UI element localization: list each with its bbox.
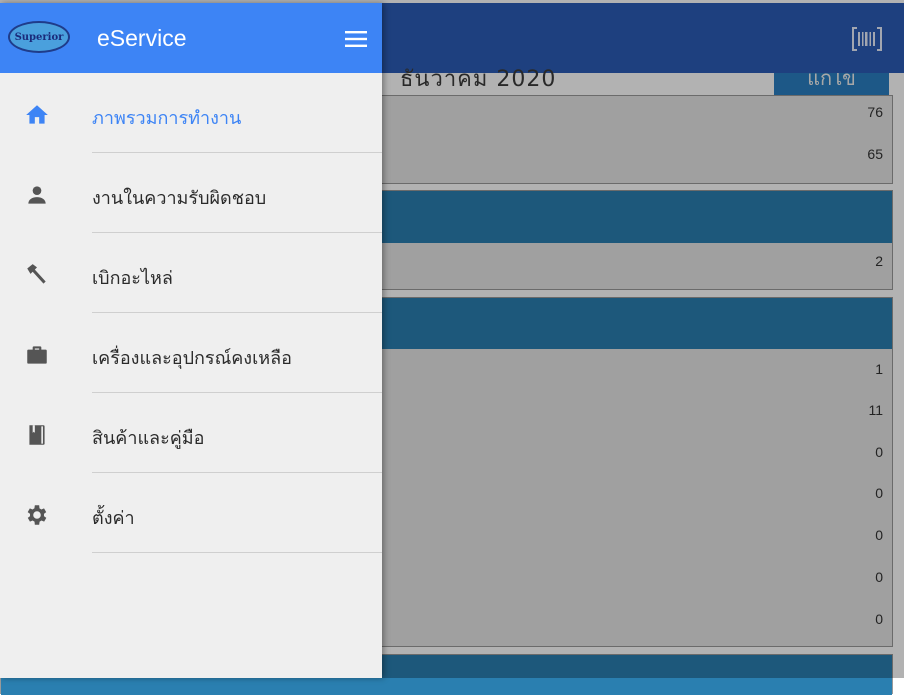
drawer-header: Superior eService	[0, 3, 382, 73]
drawer-menu: ภาพรวมการทำงาน งานในความรับผิดชอบ เบิกอะ…	[0, 73, 382, 553]
menu-divider	[92, 552, 382, 553]
superior-logo: Superior	[8, 21, 70, 53]
menu-item-label: เบิกอะไหล่	[92, 268, 173, 289]
menu-item-overview[interactable]: ภาพรวมการทำงาน	[0, 73, 382, 153]
app-title: eService	[97, 25, 187, 51]
menu-item-products-manuals[interactable]: สินค้าและคู่มือ	[0, 393, 382, 473]
logo-text: Superior	[14, 31, 64, 43]
hammer-icon	[27, 264, 46, 284]
person-icon	[28, 186, 46, 204]
briefcase-icon	[27, 346, 47, 364]
home-icon	[26, 105, 48, 124]
menu-item-label: สินค้าและคู่มือ	[92, 428, 205, 449]
menu-item-label: งานในความรับผิดชอบ	[92, 188, 267, 209]
menu-item-label: ตั้งค่า	[92, 508, 135, 529]
menu-item-my-jobs[interactable]: งานในความรับผิดชอบ	[0, 153, 382, 233]
book-icon	[29, 425, 45, 445]
gear-icon	[27, 505, 47, 525]
hamburger-menu-icon[interactable]	[345, 30, 367, 48]
menu-item-label: ภาพรวมการทำงาน	[92, 108, 242, 129]
menu-item-spare-parts[interactable]: เบิกอะไหล่	[0, 233, 382, 313]
menu-item-label: เครื่องและอุปกรณ์คงเหลือ	[92, 348, 292, 369]
menu-item-settings[interactable]: ตั้งค่า	[0, 473, 382, 553]
menu-item-equipment-stock[interactable]: เครื่องและอุปกรณ์คงเหลือ	[0, 313, 382, 393]
navigation-drawer: Superior eService ภาพรวมการทำงาน งานในคว…	[0, 3, 382, 678]
